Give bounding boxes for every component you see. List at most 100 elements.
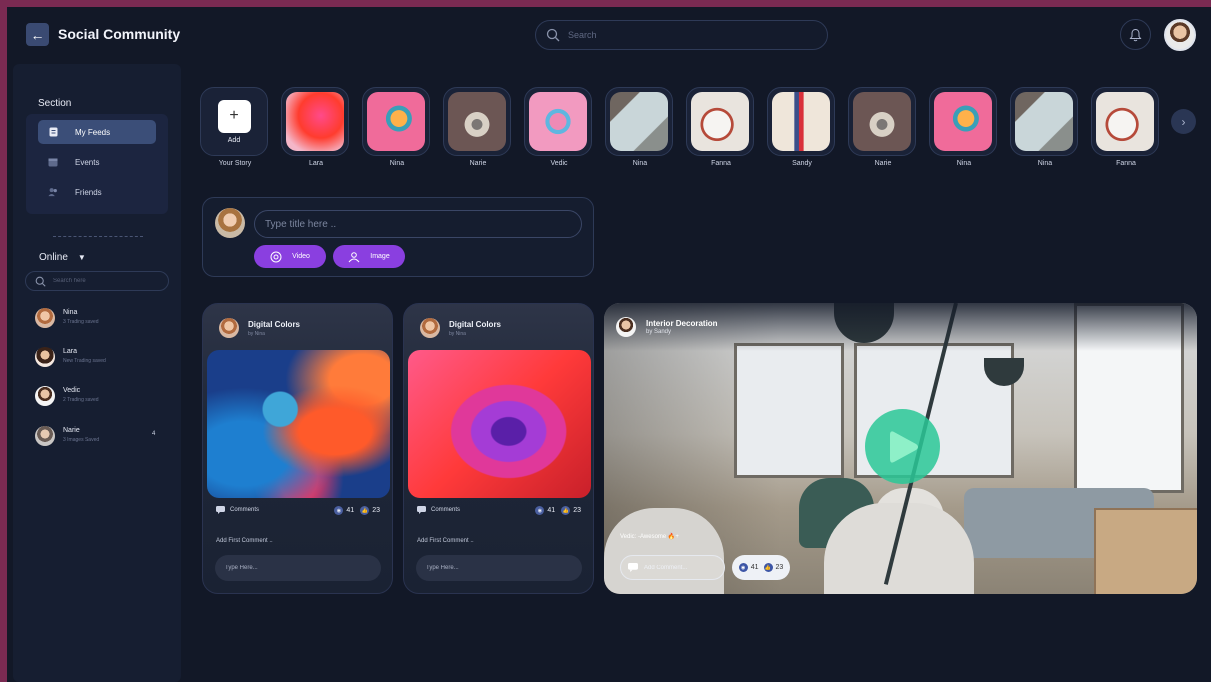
comments-button[interactable]: Comments xyxy=(216,506,259,514)
post-image[interactable] xyxy=(207,350,390,498)
contact-item[interactable]: Lara New Trading saved xyxy=(35,345,165,369)
plus-icon: + xyxy=(217,99,251,133)
story-item[interactable]: Nina xyxy=(605,87,675,167)
story-item[interactable]: Narie xyxy=(848,87,918,167)
nav-item-events[interactable]: Events xyxy=(38,150,156,174)
avatar xyxy=(420,318,440,338)
contact-name: Narie xyxy=(63,427,80,434)
window xyxy=(734,343,844,478)
stories-next-button[interactable]: › xyxy=(1171,109,1196,134)
add-comment-input[interactable] xyxy=(644,564,724,571)
app-title: Social Community xyxy=(58,26,181,42)
post-stats: ◉ 41 👍 23 xyxy=(334,506,380,515)
eye-icon: ◉ xyxy=(535,506,545,515)
add-comment-field[interactable] xyxy=(620,555,725,580)
story-label: Narie xyxy=(874,160,892,167)
post-title-input[interactable] xyxy=(254,210,582,238)
add-story-tile[interactable]: + Add xyxy=(200,87,268,156)
comments-button[interactable]: Comments xyxy=(417,506,460,514)
contact-name: Lara xyxy=(63,348,78,355)
comment-input[interactable] xyxy=(416,555,582,581)
post-title: Digital Colors xyxy=(248,320,301,329)
likes-count: 23 xyxy=(573,507,581,514)
contact-item[interactable]: Narie 3 Images Saved 4 xyxy=(35,424,165,448)
eye-icon: ◉ xyxy=(738,563,748,572)
search-input[interactable] xyxy=(568,30,808,40)
story-item[interactable]: Lara xyxy=(281,87,351,167)
story-label: Sandy xyxy=(792,160,812,167)
story-item[interactable]: Nina xyxy=(1010,87,1080,167)
story-thumbnail xyxy=(1015,92,1073,151)
comments-label: Comments xyxy=(230,507,260,513)
story-label: Fanna xyxy=(1116,160,1136,167)
avatar xyxy=(35,386,55,406)
like-icon[interactable]: 👍 xyxy=(561,506,571,515)
sidebar: Section My Feeds Events Friends Online ▼ xyxy=(13,64,181,682)
contact-name: Nina xyxy=(63,309,78,316)
nav-item-my-feeds[interactable]: My Feeds xyxy=(38,120,156,144)
search-icon xyxy=(35,276,46,287)
online-label: Online xyxy=(39,252,68,263)
video-icon xyxy=(270,251,282,263)
post-card: Digital Colors by Nina Comments ◉ 41 👍 2… xyxy=(403,303,594,594)
story-label: Nina xyxy=(632,160,648,167)
nav-menu: My Feeds Events Friends xyxy=(26,114,168,214)
story-add[interactable]: + Add Your Story xyxy=(200,87,270,167)
header: ← Social Community xyxy=(7,7,1211,63)
views-count: 41 xyxy=(547,507,556,514)
story-thumbnail xyxy=(934,92,992,151)
comment-icon xyxy=(628,563,638,572)
back-button[interactable]: ← xyxy=(26,23,49,46)
chair xyxy=(824,503,974,594)
unread-badge: 4 xyxy=(152,431,156,437)
story-item[interactable]: Fanna xyxy=(1091,87,1161,167)
story-thumbnail xyxy=(286,92,344,151)
notification-button[interactable] xyxy=(1120,19,1151,50)
add-first-comment: Add First Comment .. xyxy=(417,538,474,544)
comments-label: Comments xyxy=(431,507,461,513)
caret-down-icon: ▼ xyxy=(77,253,86,262)
like-icon[interactable]: 👍 xyxy=(360,506,370,515)
comment-icon xyxy=(216,506,225,514)
shelf xyxy=(1094,508,1197,594)
contact-item[interactable]: Vedic 2 Trading saved xyxy=(35,384,165,408)
post-card: Digital Colors by Nina Comments ◉ 41 👍 2… xyxy=(202,303,393,594)
contact-item[interactable]: Nina 3 Trading saved xyxy=(35,306,165,330)
story-item[interactable]: Narie xyxy=(443,87,513,167)
contact-search-input[interactable] xyxy=(53,278,163,284)
calendar-icon xyxy=(48,157,58,167)
story-item[interactable]: Nina xyxy=(929,87,999,167)
post-image[interactable] xyxy=(408,350,591,498)
post-composer: Video Image xyxy=(202,197,594,277)
add-first-comment: Add First Comment .. xyxy=(216,538,273,544)
story-item[interactable]: Fanna xyxy=(686,87,756,167)
image-button[interactable]: Image xyxy=(333,245,405,268)
story-item[interactable]: Nina xyxy=(362,87,432,167)
avatar xyxy=(215,208,245,238)
avatar xyxy=(35,347,55,367)
story-thumbnail xyxy=(529,92,587,151)
nav-label: Friends xyxy=(75,187,102,197)
feed-icon xyxy=(48,127,58,137)
online-dropdown[interactable]: Online ▼ xyxy=(39,252,86,263)
comment-input[interactable] xyxy=(215,555,381,581)
video-button[interactable]: Video xyxy=(254,245,326,268)
like-icon[interactable]: 👍 xyxy=(763,563,773,572)
contact-search[interactable] xyxy=(25,271,169,291)
story-thumbnail xyxy=(367,92,425,151)
search-bar[interactable] xyxy=(535,20,828,50)
contact-status: 2 Trading saved xyxy=(63,397,99,403)
search-icon xyxy=(546,28,560,42)
chair xyxy=(604,508,724,594)
post-title: Interior Decoration xyxy=(646,319,718,328)
nav-item-friends[interactable]: Friends xyxy=(38,180,156,204)
story-item[interactable]: Sandy xyxy=(767,87,837,167)
story-label: Vedic xyxy=(550,160,568,167)
play-button[interactable] xyxy=(865,409,940,484)
story-item[interactable]: Vedic xyxy=(524,87,594,167)
post-stats: ◉ 41 👍 23 xyxy=(535,506,581,515)
nav-label: Events xyxy=(75,157,100,167)
user-avatar[interactable] xyxy=(1164,19,1196,51)
latest-comment: Vedic: -Awesome 🔥+ xyxy=(620,534,679,540)
story-label: Your Story xyxy=(218,160,252,167)
